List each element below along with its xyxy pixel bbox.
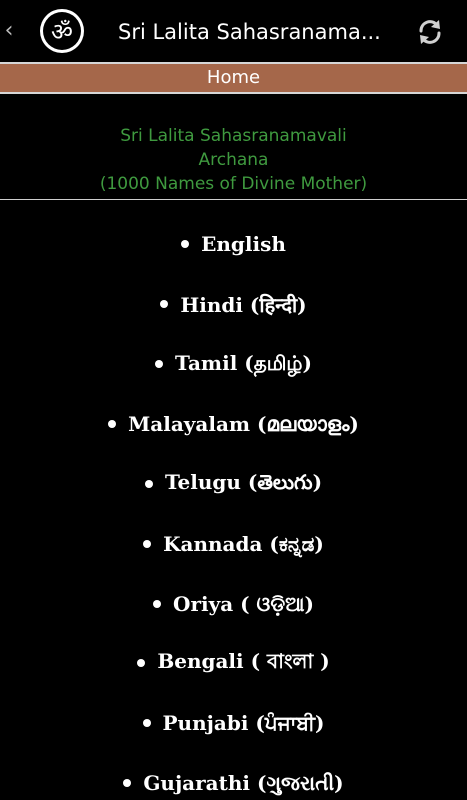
divider	[0, 199, 467, 200]
language-label: Punjabi (ਪੰਜਾਬੀ)	[162, 711, 325, 735]
svg-text:ॐ: ॐ	[51, 18, 73, 46]
language-item-tamil[interactable]: Tamil (தமிழ்)	[0, 342, 467, 386]
language-item-oriya[interactable]: Oriya ( ଓଡ଼ିଆ)	[0, 582, 467, 626]
language-item-hindi[interactable]: Hindi (हिन्दी)	[0, 282, 467, 326]
bullet-icon	[155, 360, 163, 368]
language-label: Gujarathi (ગુજરાતી)	[143, 771, 344, 795]
bullet-icon	[108, 420, 117, 428]
bullet-icon	[142, 719, 151, 727]
language-label: Tamil (தமிழ்)	[175, 350, 312, 375]
bullet-icon	[123, 779, 132, 787]
refresh-icon	[419, 20, 441, 44]
om-icon[interactable]: ॐ	[40, 9, 84, 53]
language-item-bengali[interactable]: Bengali ( বাংলা )	[0, 641, 467, 685]
header-description: (1000 Names of Divine Mother)	[99, 174, 368, 194]
app-screen: ‹ ॐ Sri Lalita Sahasranama... Home Sri L…	[0, 0, 467, 800]
language-item-punjabi[interactable]: Punjabi (ਪੰਜਾਬੀ)	[0, 701, 467, 745]
home-tab[interactable]: Home	[0, 62, 467, 94]
app-title: Sri Lalita Sahasranama...	[118, 20, 381, 44]
bullet-icon	[143, 540, 152, 548]
language-label: Malayalam (മലയാളം)	[128, 412, 359, 436]
language-item-telugu[interactable]: Telugu (తెలుగు)	[0, 462, 467, 506]
home-tab-label: Home	[206, 67, 261, 88]
language-item-kannada[interactable]: Kannada (ಕನ್ನಡ)	[0, 522, 467, 566]
language-label: Bengali ( বাংলা )	[157, 648, 330, 673]
bullet-icon	[181, 240, 190, 248]
bullet-icon	[144, 480, 153, 488]
language-item-malayalam[interactable]: Malayalam (മലയാളം)	[0, 402, 467, 446]
page-header: Sri Lalita Sahasranamavali Archana (1000…	[0, 124, 467, 196]
language-item-gujarathi[interactable]: Gujarathi (ગુજરાતી)	[0, 761, 467, 800]
chevron-left-icon[interactable]: ‹	[2, 16, 16, 46]
language-label: Oriya ( ଓଡ଼ିଆ)	[173, 592, 314, 616]
header-title: Sri Lalita Sahasranamavali	[120, 126, 347, 146]
om-glyph-icon: ॐ	[51, 18, 73, 46]
header-subtitle: Archana	[198, 150, 269, 170]
language-item-english[interactable]: English	[0, 222, 467, 266]
bullet-icon	[160, 300, 169, 308]
bullet-icon	[137, 659, 146, 667]
action-bar: ‹ ॐ Sri Lalita Sahasranama...	[0, 0, 467, 62]
language-label: Hindi (हिन्दी)	[180, 292, 307, 317]
language-label: English	[201, 232, 286, 256]
refresh-button[interactable]	[408, 12, 452, 52]
om-logo-inner: ॐ	[43, 12, 81, 50]
language-label: Telugu (తెలుగు)	[164, 469, 323, 494]
language-label: Kannada (ಕನ್ನಡ)	[163, 532, 324, 556]
bullet-icon	[153, 600, 162, 608]
